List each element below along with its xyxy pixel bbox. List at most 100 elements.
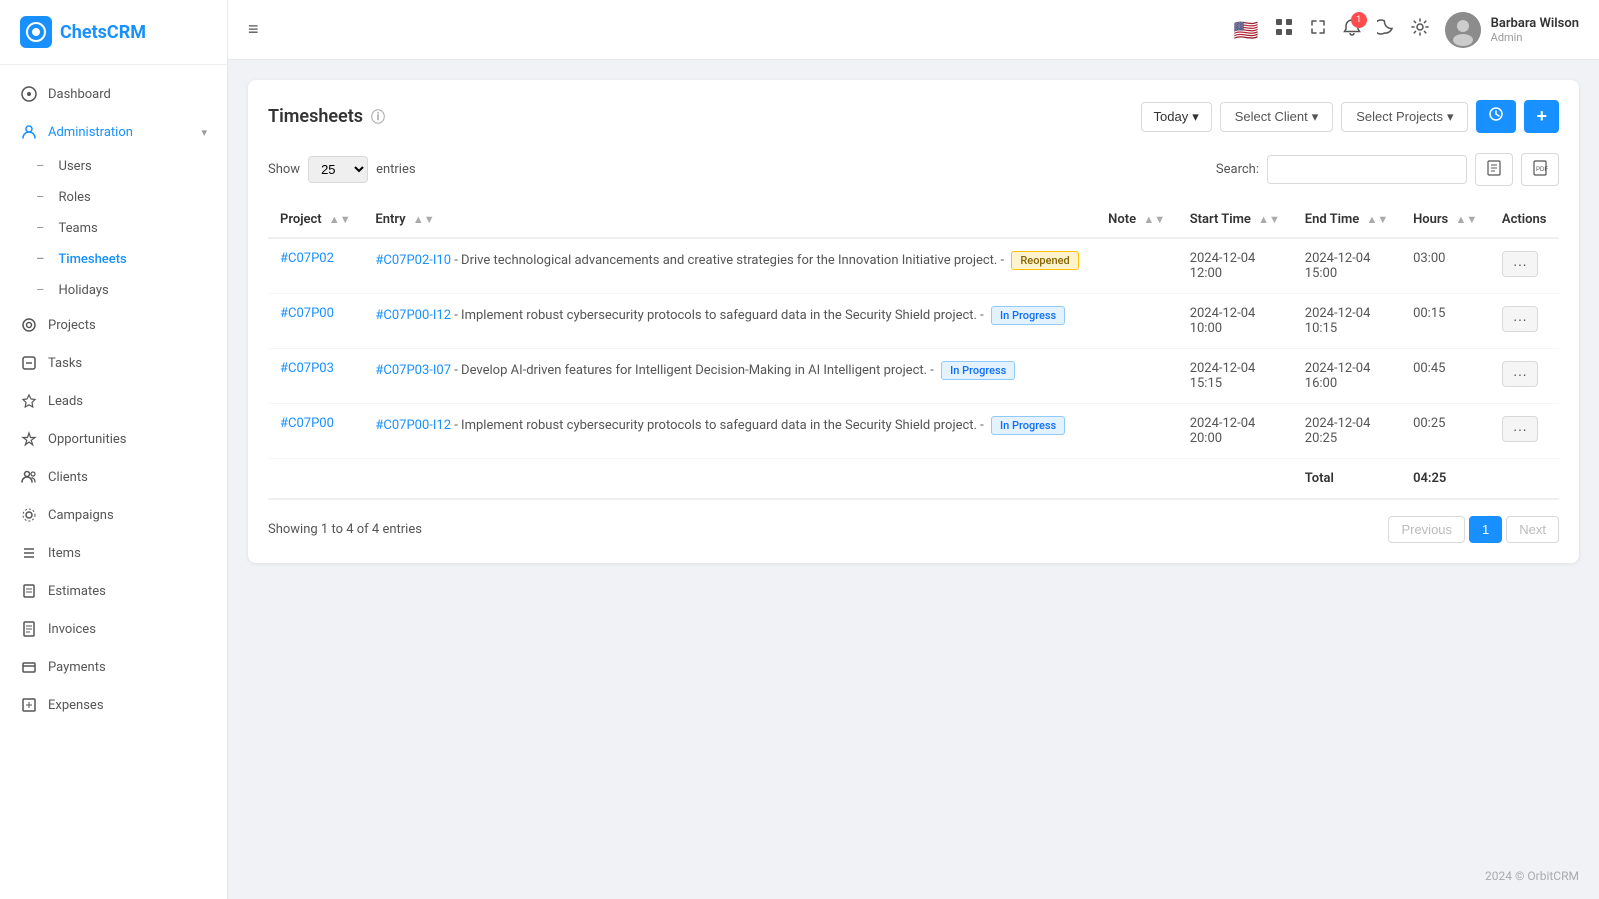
info-icon[interactable]: ⓘ xyxy=(371,107,385,127)
table-row: #C07P00 #C07P00-I12 - Implement robust c… xyxy=(268,404,1559,459)
sidebar-item-label-campaigns: Campaigns xyxy=(48,508,207,523)
cell-project-2: #C07P03 xyxy=(268,349,363,404)
dark-mode-icon[interactable] xyxy=(1377,18,1395,41)
chevron-down-icon: ▾ xyxy=(1312,109,1319,125)
sidebar-sub-label-teams: Teams xyxy=(59,221,98,236)
sort-icon: ▲▼ xyxy=(1366,213,1388,226)
previous-button[interactable]: Previous xyxy=(1388,516,1465,543)
sidebar-item-estimates[interactable]: Estimates xyxy=(0,572,227,610)
menu-toggle-icon[interactable]: ≡ xyxy=(248,19,259,40)
search-input[interactable] xyxy=(1267,155,1467,184)
user-profile[interactable]: Barbara Wilson Admin xyxy=(1445,12,1579,48)
sort-icon: ▲▼ xyxy=(1455,213,1477,226)
user-role: Admin xyxy=(1491,31,1579,44)
entry-link-0[interactable]: #C07P02-I10 xyxy=(375,253,451,268)
cell-note-1 xyxy=(1096,294,1178,349)
cell-note-0 xyxy=(1096,238,1178,294)
cell-entry-3: #C07P00-I12 - Implement robust cybersecu… xyxy=(363,404,1096,459)
cell-hours-1: 00:15 xyxy=(1401,294,1490,349)
content-area: Timesheets ⓘ Today ▾ Select Client ▾ Sel… xyxy=(228,60,1599,853)
sidebar-item-opportunities[interactable]: Opportunities xyxy=(0,420,227,458)
cell-hours-3: 00:25 xyxy=(1401,404,1490,459)
col-project[interactable]: Project ▲▼ xyxy=(268,202,363,238)
total-row: Total 04:25 xyxy=(268,459,1559,500)
col-end-time[interactable]: End Time ▲▼ xyxy=(1293,202,1401,238)
sidebar-item-projects[interactable]: Projects xyxy=(0,306,227,344)
sidebar-item-label-clients: Clients xyxy=(48,470,207,485)
logo-text: ChetsCRM xyxy=(60,22,146,43)
sidebar-item-campaigns[interactable]: Campaigns xyxy=(0,496,227,534)
sidebar-item-invoices[interactable]: Invoices xyxy=(0,610,227,648)
cell-start-time-2: 2024-12-0415:15 xyxy=(1178,349,1293,404)
sidebar-item-label-projects: Projects xyxy=(48,318,207,333)
timesheets-card: Timesheets ⓘ Today ▾ Select Client ▾ Sel… xyxy=(248,80,1579,563)
export-pdf-button[interactable]: PDF xyxy=(1521,153,1559,186)
logo: ChetsCRM xyxy=(0,0,227,65)
notification-bell-icon[interactable]: 1 xyxy=(1343,18,1361,41)
add-button[interactable]: + xyxy=(1524,100,1559,133)
sidebar-item-clients[interactable]: Clients xyxy=(0,458,227,496)
entry-link-2[interactable]: #C07P03-I07 xyxy=(375,363,451,378)
fullscreen-icon[interactable] xyxy=(1309,18,1327,41)
sidebar-item-holidays[interactable]: Holidays xyxy=(0,275,227,306)
sidebar-item-expenses[interactable]: Expenses xyxy=(0,686,227,724)
sidebar-item-teams[interactable]: Teams xyxy=(0,213,227,244)
settings-icon[interactable] xyxy=(1411,18,1429,41)
sidebar-item-roles[interactable]: Roles xyxy=(0,182,227,213)
search-box: Search: PDF xyxy=(1216,153,1559,186)
total-hours: 04:25 xyxy=(1401,459,1490,500)
sidebar-item-users[interactable]: Users xyxy=(0,151,227,182)
entries-label: entries xyxy=(376,162,416,177)
project-link-2[interactable]: #C07P03 xyxy=(280,361,334,376)
language-flag[interactable]: 🇺🇸 xyxy=(1234,18,1259,42)
sidebar-item-administration[interactable]: Administration ▾ xyxy=(0,113,227,151)
leads-icon xyxy=(20,392,38,410)
invoices-icon xyxy=(20,620,38,638)
main-area: ≡ 🇺🇸 1 xyxy=(228,0,1599,899)
sidebar-sub-label-roles: Roles xyxy=(59,190,91,205)
col-entry[interactable]: Entry ▲▼ xyxy=(363,202,1096,238)
col-hours[interactable]: Hours ▲▼ xyxy=(1401,202,1490,238)
show-entries-control: Show 25 10 50 100 entries xyxy=(268,156,416,183)
project-link-0[interactable]: #C07P02 xyxy=(280,251,334,266)
sidebar-item-timesheets[interactable]: Timesheets xyxy=(0,244,227,275)
next-button[interactable]: Next xyxy=(1506,516,1559,543)
col-note[interactable]: Note ▲▼ xyxy=(1096,202,1178,238)
row-actions-button-0[interactable]: ··· xyxy=(1502,251,1538,277)
sidebar-item-items[interactable]: Items xyxy=(0,534,227,572)
entry-link-3[interactable]: #C07P00-I12 xyxy=(375,418,451,433)
entries-select[interactable]: 25 10 50 100 xyxy=(308,156,368,183)
status-badge-1: In Progress xyxy=(991,306,1065,325)
footer: 2024 © OrbitCRM xyxy=(228,853,1599,899)
notification-count: 1 xyxy=(1351,12,1367,28)
page-1-button[interactable]: 1 xyxy=(1469,516,1502,543)
today-filter-button[interactable]: Today ▾ xyxy=(1141,102,1212,132)
sidebar-item-dashboard[interactable]: Dashboard xyxy=(0,75,227,113)
cell-project-0: #C07P02 xyxy=(268,238,363,294)
sidebar-item-leads[interactable]: Leads xyxy=(0,382,227,420)
sort-icon: ▲▼ xyxy=(329,213,351,226)
status-badge-3: In Progress xyxy=(991,416,1065,435)
entry-link-1[interactable]: #C07P00-I12 xyxy=(375,308,451,323)
select-projects-button[interactable]: Select Projects ▾ xyxy=(1341,102,1468,132)
export-excel-button[interactable] xyxy=(1475,153,1513,186)
clients-icon xyxy=(20,468,38,486)
sort-icon: ▲▼ xyxy=(1258,213,1280,226)
row-actions-button-1[interactable]: ··· xyxy=(1502,306,1538,332)
select-client-button[interactable]: Select Client ▾ xyxy=(1220,102,1334,132)
user-name: Barbara Wilson xyxy=(1491,16,1579,31)
sidebar-navigation: Dashboard Administration ▾ Users Roles T… xyxy=(0,65,227,899)
grid-icon[interactable] xyxy=(1275,18,1293,41)
row-actions-button-3[interactable]: ··· xyxy=(1502,416,1538,442)
avatar xyxy=(1445,12,1481,48)
dashboard-icon xyxy=(20,85,38,103)
items-icon xyxy=(20,544,38,562)
col-start-time[interactable]: Start Time ▲▼ xyxy=(1178,202,1293,238)
project-link-1[interactable]: #C07P00 xyxy=(280,306,334,321)
sidebar-item-payments[interactable]: Payments xyxy=(0,648,227,686)
row-actions-button-2[interactable]: ··· xyxy=(1502,361,1538,387)
tasks-icon xyxy=(20,354,38,372)
project-link-3[interactable]: #C07P00 xyxy=(280,416,334,431)
sidebar-item-tasks[interactable]: Tasks xyxy=(0,344,227,382)
clock-button[interactable] xyxy=(1476,100,1516,133)
